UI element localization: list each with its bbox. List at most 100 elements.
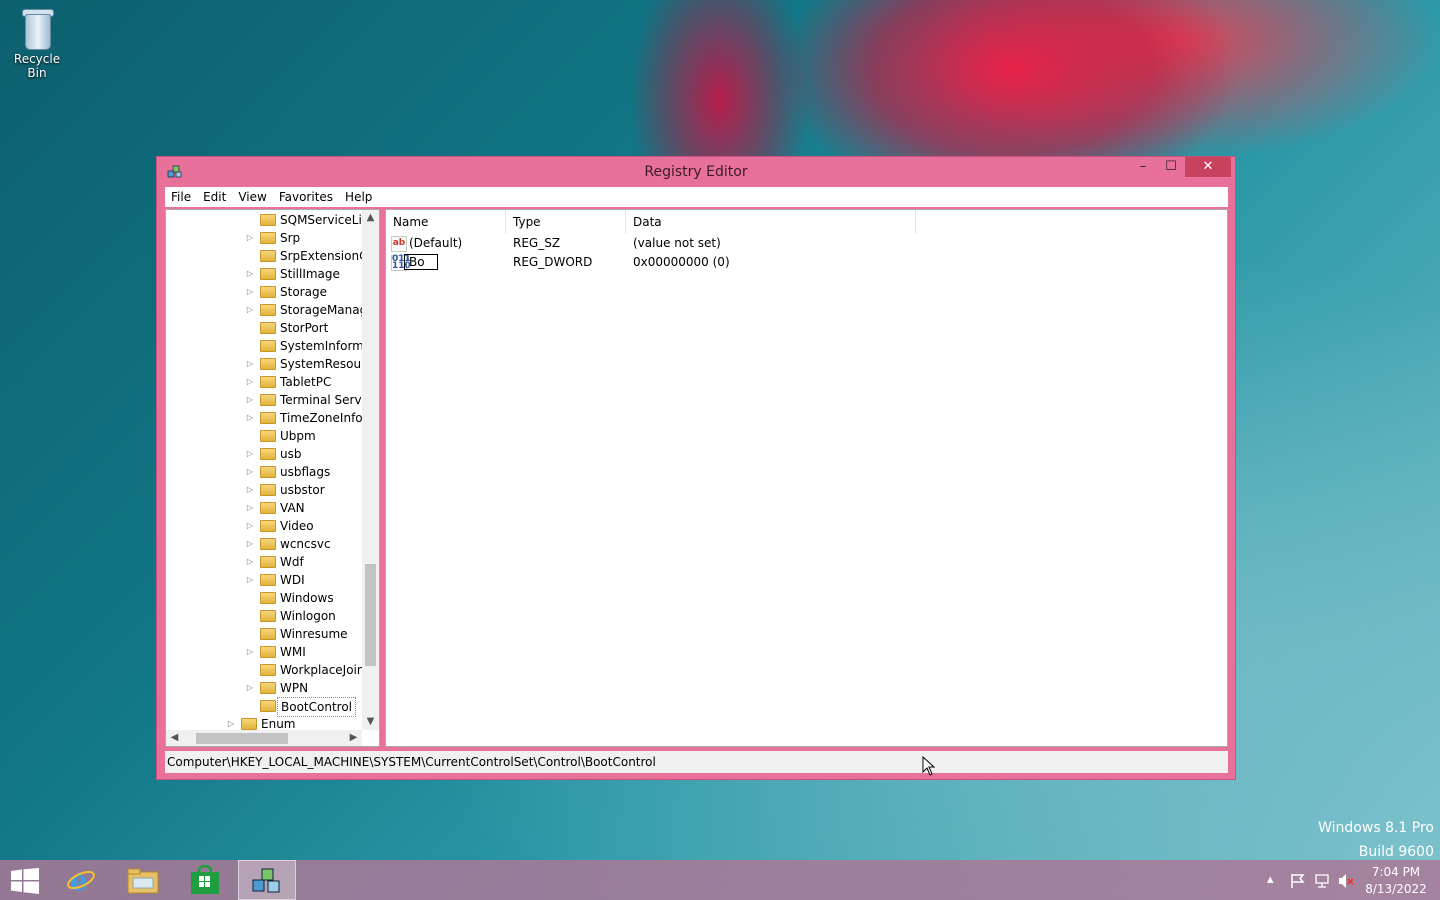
- mouse-cursor-icon: [922, 756, 936, 776]
- folder-icon: [260, 610, 276, 622]
- start-button[interactable]: [0, 860, 58, 900]
- action-center-flag-icon[interactable]: [1290, 873, 1306, 889]
- expand-arrow-icon[interactable]: ▷: [246, 481, 254, 499]
- tree-item[interactable]: ▷ SystemResource: [166, 355, 379, 373]
- menu-file[interactable]: File: [165, 187, 197, 204]
- network-icon[interactable]: [1314, 873, 1330, 889]
- value-row[interactable]: 011 110 Bo REG_DWORD 0x00000000 (0): [386, 253, 1227, 272]
- expand-arrow-icon[interactable]: ▷: [246, 535, 254, 553]
- tree-item-label: StorPort: [280, 321, 329, 335]
- tree-item-label: Video: [280, 519, 314, 533]
- show-hidden-icons-chevron-icon[interactable]: ▴: [1267, 872, 1274, 887]
- expand-arrow-icon[interactable]: ▷: [246, 679, 254, 697]
- tree-horizontal-scrollbar[interactable]: ◀ ▶: [166, 730, 362, 746]
- value-row[interactable]: ab (Default) REG_SZ (value not set): [386, 234, 1227, 253]
- tree-item[interactable]: BootControl: [166, 697, 361, 717]
- tree-item[interactable]: Ubpm: [166, 427, 361, 445]
- expand-arrow-icon[interactable]: ▷: [246, 391, 254, 409]
- scroll-down-arrow-icon[interactable]: ▼: [362, 716, 379, 727]
- tree-item[interactable]: ▷ Wdf: [166, 553, 361, 571]
- volume-muted-icon[interactable]: [1338, 873, 1354, 889]
- tree-item[interactable]: ▷ usbstor: [166, 481, 361, 499]
- tree-item[interactable]: SQMServiceList: [166, 211, 373, 229]
- expand-arrow-icon[interactable]: ▷: [246, 355, 254, 373]
- menu-view[interactable]: View: [232, 187, 272, 204]
- tree-item[interactable]: Winresume: [166, 625, 361, 643]
- scroll-right-arrow-icon[interactable]: ▶: [345, 732, 362, 743]
- tree-item[interactable]: ▷ StorageManage: [166, 301, 375, 319]
- taskbar-registry-editor[interactable]: [238, 860, 296, 900]
- menu-favorites[interactable]: Favorites: [273, 187, 339, 204]
- tree-item[interactable]: ▷ Srp: [166, 229, 361, 247]
- column-header-name[interactable]: Name: [386, 210, 506, 234]
- expand-arrow-icon[interactable]: ▷: [246, 499, 254, 517]
- tree-item[interactable]: SystemInformat: [166, 337, 376, 355]
- tree-item[interactable]: ▷ wcncsvc: [166, 535, 361, 553]
- tree-item-label: Winlogon: [280, 609, 336, 623]
- column-header-type[interactable]: Type: [506, 210, 626, 234]
- tree-item[interactable]: Windows: [166, 589, 361, 607]
- column-header-data[interactable]: Data: [626, 210, 916, 234]
- tree-item[interactable]: WorkplaceJoin: [166, 661, 365, 679]
- tree-item[interactable]: SrpExtensionCo: [166, 247, 375, 265]
- tree-item[interactable]: ▷ Storage: [166, 283, 361, 301]
- expand-arrow-icon[interactable]: ▷: [246, 301, 254, 319]
- menu-edit[interactable]: Edit: [197, 187, 232, 204]
- taskbar-internet-explorer[interactable]: e: [52, 860, 110, 900]
- tree-item[interactable]: ▷ TabletPC: [166, 373, 361, 391]
- tree-item[interactable]: Winlogon: [166, 607, 361, 625]
- folder-icon: [260, 430, 276, 442]
- tree-item[interactable]: ▷ TimeZoneInforr: [166, 409, 372, 427]
- recycle-bin-shortcut[interactable]: Recycle Bin: [4, 6, 70, 80]
- expand-arrow-icon[interactable]: ▷: [246, 643, 254, 661]
- value-data: (value not set): [633, 236, 721, 250]
- minimize-button[interactable]: –: [1129, 157, 1157, 177]
- store-icon: [191, 865, 219, 894]
- tree-item[interactable]: ▷ StillImage: [166, 265, 361, 283]
- expand-arrow-icon[interactable]: ▷: [246, 229, 254, 247]
- expand-arrow-icon[interactable]: ▷: [246, 265, 254, 283]
- expand-arrow-icon[interactable]: ▷: [246, 409, 254, 427]
- expand-arrow-icon[interactable]: ▷: [246, 373, 254, 391]
- folder-icon: [260, 484, 276, 496]
- folder-icon: [260, 520, 276, 532]
- scroll-up-arrow-icon[interactable]: ▲: [362, 212, 379, 223]
- expand-arrow-icon[interactable]: ▷: [246, 445, 254, 463]
- folder-icon: [260, 358, 276, 370]
- rename-value-input[interactable]: Bo: [404, 254, 438, 270]
- registry-editor-icon: [252, 868, 280, 893]
- taskbar-store[interactable]: [176, 860, 234, 900]
- expand-arrow-icon[interactable]: ▷: [246, 283, 254, 301]
- menu-help[interactable]: Help: [339, 187, 378, 204]
- tree-item[interactable]: ▷ Terminal Server: [166, 391, 374, 409]
- folder-icon: [260, 556, 276, 568]
- taskbar-file-explorer[interactable]: [114, 860, 172, 900]
- tree-item[interactable]: ▷ Video: [166, 517, 361, 535]
- internet-explorer-icon: e: [67, 865, 95, 895]
- tree-item[interactable]: ▷ usb: [166, 445, 361, 463]
- key-tree-pane[interactable]: SQMServiceList ▷ Srp SrpExtensionCo ▷ StillIm…: [165, 209, 380, 747]
- tree-vertical-scroll-thumb[interactable]: [365, 564, 376, 666]
- taskbar: e ▴ 7:04 PM 8/13/2022: [0, 860, 1440, 900]
- tree-item[interactable]: ▷ WPN: [166, 679, 361, 697]
- tree-item[interactable]: ▷ WDI: [166, 571, 361, 589]
- expand-arrow-icon[interactable]: ▷: [246, 571, 254, 589]
- taskbar-clock[interactable]: 7:04 PM 8/13/2022: [1360, 864, 1432, 898]
- tree-item[interactable]: ▷ usbflags: [166, 463, 361, 481]
- expand-arrow-icon[interactable]: ▷: [246, 463, 254, 481]
- tree-item[interactable]: StorPort: [166, 319, 361, 337]
- tree-horizontal-scroll-thumb[interactable]: [196, 733, 288, 744]
- title-bar[interactable]: Registry Editor – ☐ ✕: [157, 157, 1235, 187]
- tree-vertical-scrollbar[interactable]: ▲ ▼: [362, 210, 379, 730]
- maximize-button[interactable]: ☐: [1157, 157, 1185, 177]
- tree-item-label: VAN: [280, 501, 305, 515]
- tree-item-label: wcncsvc: [280, 537, 331, 551]
- values-list-pane[interactable]: Name Type Data ab (Default) REG_SZ (valu…: [385, 209, 1228, 747]
- close-button[interactable]: ✕: [1185, 157, 1231, 177]
- expand-arrow-icon[interactable]: ▷: [246, 517, 254, 535]
- tree-item[interactable]: ▷ WMI: [166, 643, 361, 661]
- folder-icon: [260, 286, 276, 298]
- tree-item[interactable]: ▷ VAN: [166, 499, 361, 517]
- expand-arrow-icon[interactable]: ▷: [246, 553, 254, 571]
- scroll-left-arrow-icon[interactable]: ◀: [166, 732, 183, 743]
